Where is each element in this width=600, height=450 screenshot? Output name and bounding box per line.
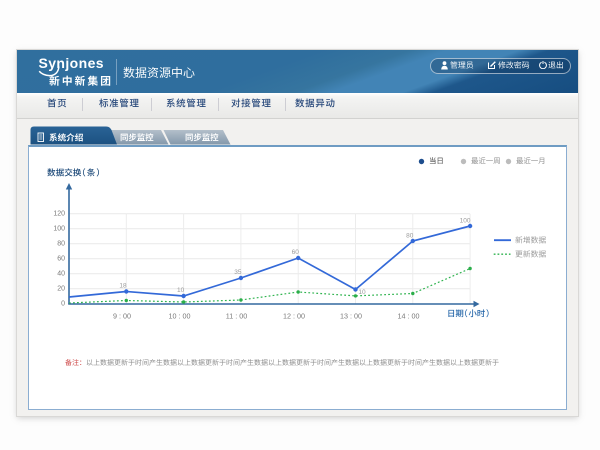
svg-text:10: 10 — [177, 287, 185, 294]
svg-text:10: 10 — [358, 289, 366, 296]
svg-text:40: 40 — [57, 270, 65, 277]
svg-text:120: 120 — [53, 210, 65, 217]
svg-text:13 : 00: 13 : 00 — [340, 311, 362, 320]
svg-text:35: 35 — [234, 269, 242, 276]
svg-text:18: 18 — [119, 282, 127, 289]
svg-text:60: 60 — [57, 255, 65, 262]
svg-text:14 : 00: 14 : 00 — [398, 311, 420, 320]
svg-text:12 : 00: 12 : 00 — [283, 311, 305, 320]
svg-text:9 : 00: 9 : 00 — [113, 311, 131, 320]
svg-text:20: 20 — [57, 285, 65, 292]
svg-text:80: 80 — [406, 232, 414, 239]
svg-text:10 : 00: 10 : 00 — [169, 311, 191, 320]
svg-text:60: 60 — [292, 249, 300, 256]
svg-text:100: 100 — [460, 217, 471, 224]
svg-text:100: 100 — [53, 225, 65, 232]
svg-text:0: 0 — [61, 300, 65, 307]
svg-text:11 : 00: 11 : 00 — [226, 311, 247, 320]
svg-text:80: 80 — [57, 240, 65, 247]
